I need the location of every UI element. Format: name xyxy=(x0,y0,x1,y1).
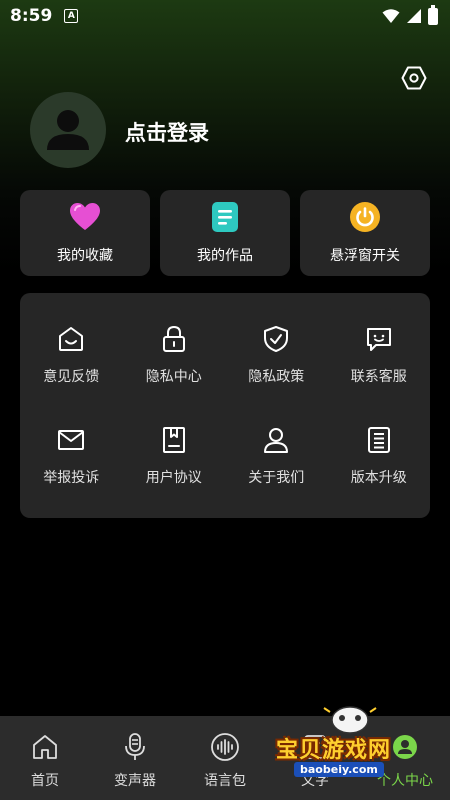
menu-item-report[interactable]: 举报投诉 xyxy=(20,406,123,507)
shield-check-icon xyxy=(261,324,291,354)
menu-item-label: 关于我们 xyxy=(248,469,305,486)
menu-item-label: 隐私政策 xyxy=(248,369,305,386)
tab-language-pack[interactable]: 语言包 xyxy=(180,716,270,800)
status-icons xyxy=(382,4,438,25)
menu-item-privacy-policy[interactable]: 隐私政策 xyxy=(225,305,328,406)
menu-item-version-upgrade[interactable]: 版本升级 xyxy=(328,406,431,507)
menu-item-privacy-center[interactable]: 隐私中心 xyxy=(123,305,226,406)
profile-screen: 8:59 A 点击登录 我的收藏 我的作品 悬浮窗开关 意见反馈 隐私中心 隐私… xyxy=(0,0,450,800)
chat-smile-icon xyxy=(364,324,394,354)
status-bar: 8:59 A xyxy=(0,0,450,32)
power-icon xyxy=(349,201,381,233)
mail-icon xyxy=(56,425,86,455)
my-works-card[interactable]: 我的作品 xyxy=(160,190,290,276)
microphone-icon xyxy=(120,732,150,762)
settings-hexagon-icon xyxy=(401,66,427,90)
favorites-label: 我的收藏 xyxy=(57,248,113,264)
text-icon xyxy=(300,732,330,762)
user-center-icon xyxy=(390,732,420,762)
menu-item-label: 联系客服 xyxy=(350,369,407,386)
menu-item-label: 用户协议 xyxy=(145,469,202,486)
document-icon xyxy=(209,201,241,233)
menu-item-user-agreement[interactable]: 用户协议 xyxy=(123,406,226,507)
default-avatar-icon xyxy=(47,110,89,150)
menu-item-label: 举报投诉 xyxy=(43,469,100,486)
favorites-card[interactable]: 我的收藏 xyxy=(20,190,150,276)
signal-icon xyxy=(407,9,421,23)
menu-item-label: 隐私中心 xyxy=(145,369,202,386)
notification-icon: A xyxy=(64,9,79,23)
agreement-book-icon xyxy=(159,425,189,455)
person-icon xyxy=(261,425,291,455)
floating-window-label: 悬浮窗开关 xyxy=(330,248,400,264)
my-works-label: 我的作品 xyxy=(197,248,253,264)
login-link[interactable]: 点击登录 xyxy=(125,117,209,147)
floating-window-toggle-card[interactable]: 悬浮窗开关 xyxy=(300,190,430,276)
heart-icon xyxy=(69,201,101,233)
lock-icon xyxy=(159,324,189,354)
tab-home[interactable]: 首页 xyxy=(0,716,90,800)
bottom-tab-bar: 首页 变声器 语言包 文字 个人中心 xyxy=(0,716,450,800)
tab-label: 首页 xyxy=(31,773,59,789)
list-icon xyxy=(364,425,394,455)
menu-item-label: 版本升级 xyxy=(350,469,407,486)
tab-user-center[interactable]: 个人中心 xyxy=(360,716,450,800)
tab-voice-changer[interactable]: 变声器 xyxy=(90,716,180,800)
menu-item-label: 意见反馈 xyxy=(43,369,100,386)
voice-wave-icon xyxy=(210,732,240,762)
tab-label: 变声器 xyxy=(114,773,156,789)
tab-label: 个人中心 xyxy=(377,773,433,789)
tab-text[interactable]: 文字 xyxy=(270,716,360,800)
wifi-icon xyxy=(382,9,400,23)
status-time: 8:59 xyxy=(10,6,53,26)
menu-item-about-us[interactable]: 关于我们 xyxy=(225,406,328,507)
home-icon xyxy=(30,732,60,762)
battery-icon xyxy=(428,4,438,25)
feedback-icon xyxy=(56,324,86,354)
avatar[interactable] xyxy=(30,92,106,168)
tab-label: 文字 xyxy=(301,773,329,789)
menu-item-feedback[interactable]: 意见反馈 xyxy=(20,305,123,406)
tab-label: 语言包 xyxy=(204,773,246,789)
menu-grid: 意见反馈 隐私中心 隐私政策 联系客服 举报投诉 用户协议 关于我们 版本升级 xyxy=(20,293,430,518)
quick-actions: 我的收藏 我的作品 悬浮窗开关 xyxy=(20,190,430,276)
settings-button[interactable] xyxy=(400,64,428,92)
menu-item-customer-service[interactable]: 联系客服 xyxy=(328,305,431,406)
